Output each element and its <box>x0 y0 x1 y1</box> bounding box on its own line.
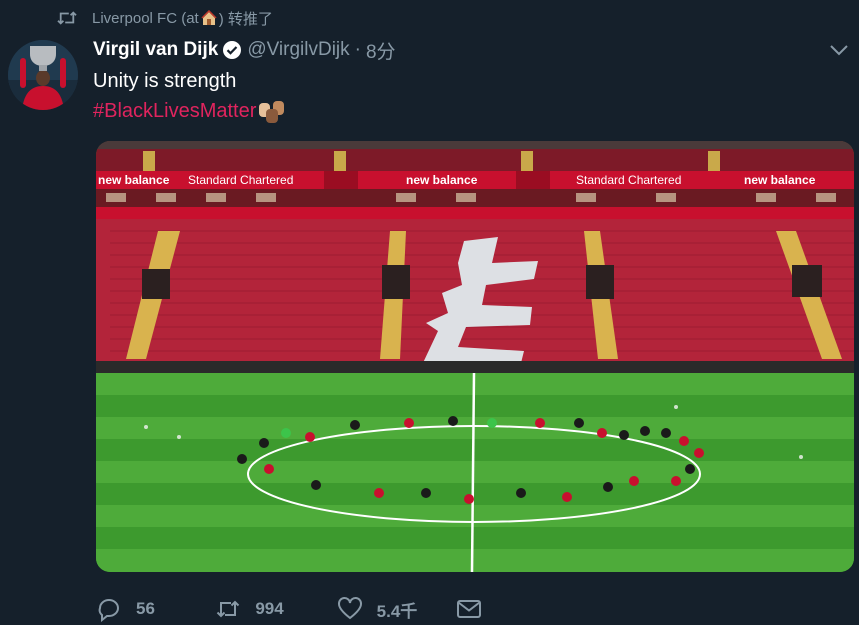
banner-text: new balance <box>744 173 816 187</box>
tweet-text: Unity is strength <box>93 70 237 92</box>
reply-icon <box>98 599 119 622</box>
reply-count: 56 <box>136 599 155 618</box>
banner-text: new balance <box>406 173 478 187</box>
retweet-button[interactable]: 994 <box>215 596 336 622</box>
avatar[interactable] <box>8 40 78 110</box>
banner-text: Standard Chartered <box>188 173 293 187</box>
dm-button[interactable] <box>456 596 496 622</box>
reply-button[interactable]: 56 <box>96 596 215 622</box>
heart-icon <box>337 597 362 620</box>
author-name[interactable]: Virgil van Dijk <box>93 39 218 61</box>
fist-icon <box>259 101 285 123</box>
banner-text: new balance <box>98 173 170 187</box>
mail-icon <box>457 600 482 618</box>
timestamp[interactable]: 8分 <box>366 37 396 64</box>
hashtag-row: #BlackLivesMatter <box>93 97 287 125</box>
like-count: 5.4千 <box>376 601 418 621</box>
retweet-suffix: ) 转推了 <box>218 10 273 28</box>
verified-badge-icon <box>223 41 242 59</box>
tweet-header: Virgil van Dijk @VirgilvDijk · 8分 <box>93 36 396 64</box>
separator: · <box>354 39 361 60</box>
chevron-down-icon[interactable] <box>827 40 851 60</box>
tweet-media-image[interactable]: new balance Standard Chartered new balan… <box>96 141 854 572</box>
retweet-icon <box>217 600 240 618</box>
like-button[interactable]: 5.4千 <box>337 596 456 622</box>
retweet-icon <box>57 11 77 25</box>
retweet-attribution[interactable]: Liverpool FC (at ) 转推了 <box>56 6 273 30</box>
author-handle[interactable]: @VirgilvDijk <box>247 39 349 61</box>
retweet-count: 994 <box>255 599 284 618</box>
retweet-account[interactable]: Liverpool FC (at <box>92 10 199 27</box>
house-icon <box>201 10 217 25</box>
tweet-actions: 56 994 5.4千 <box>96 594 496 624</box>
banner-text: Standard Chartered <box>576 173 681 187</box>
hashtag-link[interactable]: #BlackLivesMatter <box>93 98 256 124</box>
